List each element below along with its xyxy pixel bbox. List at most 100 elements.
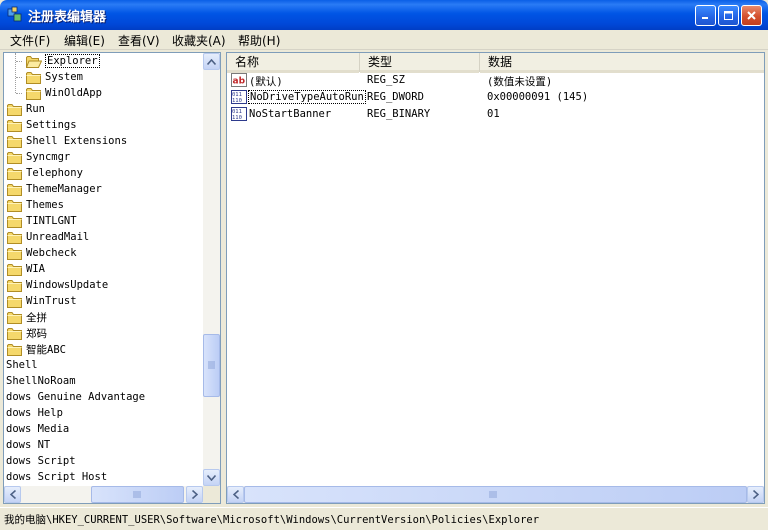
tree-item[interactable]: 智能ABC: [7, 341, 66, 357]
tree-item-label: Shell: [6, 359, 38, 371]
tree-horizontal-scrollbar[interactable]: [4, 486, 203, 503]
tree-item[interactable]: dows Script: [6, 453, 76, 469]
tree-item[interactable]: WinOldApp: [26, 85, 102, 101]
tree-vscroll-thumb[interactable]: [203, 334, 220, 397]
tree-item[interactable]: 全拼: [7, 309, 47, 325]
folder-icon: [7, 279, 22, 292]
tree-item-label: Syncmgr: [26, 151, 71, 163]
tree-item[interactable]: Shell: [6, 357, 38, 373]
tree-item-label: WIA: [26, 263, 45, 275]
tree-item[interactable]: TINTLGNT: [7, 213, 77, 229]
value-name: NoDriveTypeAutoRun: [248, 90, 366, 104]
menu-favorites[interactable]: 收藏夹(A): [170, 32, 228, 49]
tree-item[interactable]: dows NT: [6, 437, 50, 453]
tree-item[interactable]: Telephony: [7, 165, 83, 181]
tree-item[interactable]: UnreadMail: [7, 229, 89, 245]
tree-item[interactable]: Run: [7, 101, 45, 117]
value-row-default[interactable]: ab (默认) REG_SZ (数值未设置): [227, 72, 764, 89]
tree-item-label: WindowsUpdate: [26, 279, 109, 291]
scroll-left-button[interactable]: [227, 486, 244, 503]
arrow-right-icon: [191, 490, 198, 499]
tree-item-label: Run: [26, 103, 45, 115]
folder-icon: [7, 167, 22, 180]
column-header-data[interactable]: 数据: [480, 53, 764, 73]
binary-value-icon: 011 110: [231, 90, 247, 104]
tree-item[interactable]: dows Genuine Advantage: [6, 389, 145, 405]
tree-item[interactable]: 郑码: [7, 325, 47, 341]
tree-item[interactable]: WindowsUpdate: [7, 277, 108, 293]
registry-tree[interactable]: Explorer System WinOldApp Run Settings Shell …: [3, 52, 221, 504]
tree-item[interactable]: Syncmgr: [7, 149, 70, 165]
tree-item-label: 郑码: [26, 327, 47, 340]
window-title: 注册表编辑器: [28, 10, 107, 25]
values-list[interactable]: 名称 类型 数据 ab (默认) REG_SZ (数值未设置) 011 110 …: [226, 52, 765, 504]
title-bar[interactable]: 注册表编辑器: [0, 0, 768, 30]
folder-icon: [7, 215, 22, 228]
value-row-nostartbanner[interactable]: 011 110 NoStartBanner REG_BINARY 01: [227, 106, 764, 123]
tree-item[interactable]: dows Script Host: [6, 469, 107, 485]
tree-item-label: UnreadMail: [26, 231, 90, 243]
tree-item[interactable]: System: [26, 69, 83, 85]
maximize-button[interactable]: [718, 5, 739, 26]
maximize-icon: [724, 11, 733, 20]
menu-view[interactable]: 查看(V): [116, 32, 162, 49]
scroll-up-button[interactable]: [203, 53, 220, 70]
folder-icon: [7, 151, 22, 164]
folder-icon: [7, 247, 22, 260]
grip-icon: [489, 491, 497, 498]
folder-icon: [7, 199, 22, 212]
tree-vertical-scrollbar[interactable]: [203, 53, 220, 486]
folder-icon: [26, 87, 41, 100]
scroll-right-button[interactable]: [186, 486, 203, 503]
tree-item[interactable]: ShellNoRoam: [6, 373, 76, 389]
column-header-name[interactable]: 名称: [227, 53, 360, 73]
value-row-nodrivetypeautorun[interactable]: 011 110 NoDriveTypeAutoRun REG_DWORD 0x0…: [227, 89, 764, 106]
value-data: 01: [487, 108, 500, 120]
menu-help[interactable]: 帮助(H): [236, 32, 282, 49]
column-header-type[interactable]: 类型: [360, 53, 480, 73]
tree-item[interactable]: ThemeManager: [7, 181, 102, 197]
folder-icon: [7, 183, 22, 196]
tree-item-label: Telephony: [26, 167, 83, 179]
tree-item[interactable]: dows Help: [6, 405, 63, 421]
tree-item-label: Webcheck: [26, 247, 77, 259]
tree-item[interactable]: dows Media: [6, 421, 69, 437]
grip-icon: [133, 491, 141, 498]
folder-icon: [7, 327, 22, 340]
tree-item-label: ShellNoRoam: [6, 375, 76, 387]
svg-text:110: 110: [232, 115, 242, 121]
minimize-button[interactable]: [695, 5, 716, 26]
tree-item-label: System: [45, 71, 83, 83]
folder-icon: [26, 71, 41, 84]
tree-item-label: Shell Extensions: [26, 135, 128, 147]
tree-item[interactable]: WIA: [7, 261, 45, 277]
tree-item-label: WinOldApp: [45, 87, 102, 99]
scroll-right-button[interactable]: [747, 486, 764, 503]
tree-hscroll-thumb[interactable]: [91, 486, 184, 503]
folder-icon: [7, 311, 22, 324]
tree-item-label: dows Script Host: [6, 471, 108, 483]
status-bar: 我的电脑\HKEY_CURRENT_USER\Software\Microsof…: [0, 507, 768, 530]
tree-item[interactable]: Themes: [7, 197, 64, 213]
tree-item-label: Settings: [26, 119, 77, 131]
tree-item-label: 全拼: [26, 311, 47, 324]
list-horizontal-scrollbar[interactable]: [227, 486, 764, 503]
list-hscroll-thumb[interactable]: [244, 486, 747, 503]
tree-item-label: dows Script: [6, 455, 76, 467]
regedit-icon: [7, 6, 22, 22]
tree-item[interactable]: WinTrust: [7, 293, 77, 309]
tree-connector: [16, 61, 22, 62]
menu-edit[interactable]: 编辑(E): [62, 32, 107, 49]
scroll-left-button[interactable]: [4, 486, 21, 503]
tree-item-label: TINTLGNT: [26, 215, 77, 227]
arrow-right-icon: [752, 490, 759, 499]
tree-item[interactable]: Explorer: [26, 53, 100, 69]
tree-item[interactable]: Webcheck: [7, 245, 77, 261]
scroll-down-button[interactable]: [203, 469, 220, 486]
tree-item[interactable]: Settings: [7, 117, 77, 133]
list-header: 名称 类型 数据: [227, 53, 764, 73]
menu-file[interactable]: 文件(F): [8, 32, 52, 49]
tree-item-label: 智能ABC: [26, 343, 66, 356]
close-button[interactable]: [741, 5, 762, 26]
tree-item[interactable]: Shell Extensions: [7, 133, 127, 149]
